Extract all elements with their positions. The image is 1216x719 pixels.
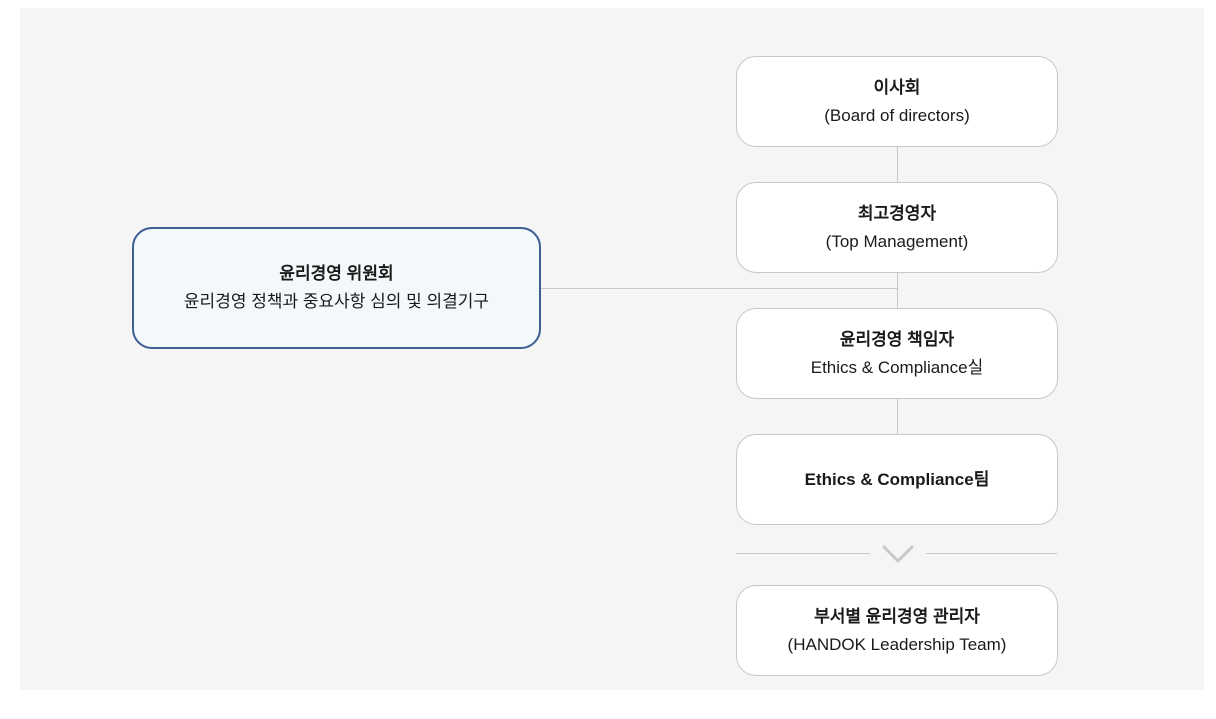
chevron-down-icon xyxy=(882,545,914,563)
node-top-management-subtitle: (Top Management) xyxy=(825,231,969,251)
node-ethics-officer-title: 윤리경영 책임자 xyxy=(839,329,955,349)
node-top-management: 최고경영자 (Top Management) xyxy=(736,182,1058,273)
node-dept-managers-title: 부서별 윤리경영 관리자 xyxy=(814,606,980,626)
node-ethics-officer-subtitle: Ethics & Compliance실 xyxy=(810,357,984,377)
node-board-title: 이사회 xyxy=(873,77,921,97)
node-board: 이사회 (Board of directors) xyxy=(736,56,1058,147)
connector-officer-to-team xyxy=(897,399,898,434)
node-ec-team-title: Ethics & Compliance팀 xyxy=(804,469,990,489)
node-ethics-committee-subtitle: 윤리경영 정책과 중요사항 심의 및 의결기구 xyxy=(183,292,490,311)
connector-ceo-to-officer xyxy=(897,273,898,308)
node-top-management-title: 최고경영자 xyxy=(857,203,937,223)
connector-committee-branch xyxy=(541,288,898,289)
node-ec-team: Ethics & Compliance팀 xyxy=(736,434,1058,525)
node-ethics-officer: 윤리경영 책임자 Ethics & Compliance실 xyxy=(736,308,1058,399)
node-ethics-committee-title: 윤리경영 위원회 xyxy=(279,264,394,283)
node-ethics-committee: 윤리경영 위원회 윤리경영 정책과 중요사항 심의 및 의결기구 xyxy=(132,227,541,349)
node-dept-managers: 부서별 윤리경영 관리자 (HANDOK Leadership Team) xyxy=(736,585,1058,676)
separator-line-left xyxy=(736,553,870,554)
connector-board-to-ceo xyxy=(897,147,898,182)
node-board-subtitle: (Board of directors) xyxy=(824,105,970,125)
node-dept-managers-subtitle: (HANDOK Leadership Team) xyxy=(787,634,1007,654)
separator-line-right xyxy=(926,553,1057,554)
